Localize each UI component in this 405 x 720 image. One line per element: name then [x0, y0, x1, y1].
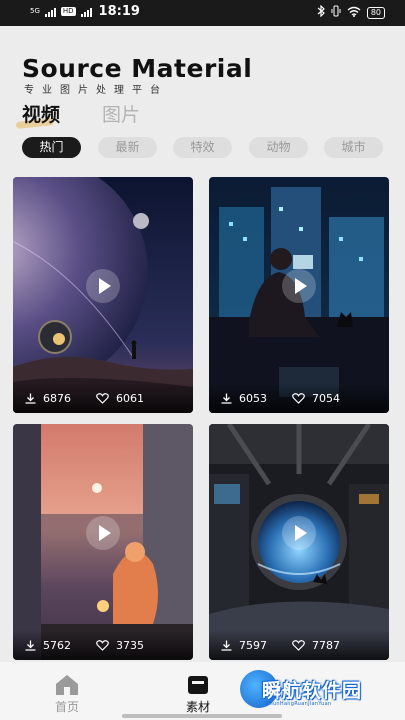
like-stat[interactable]: 3735: [96, 639, 144, 652]
download-icon: [221, 393, 232, 404]
bluetooth-icon: [317, 4, 325, 20]
wifi-icon: [347, 6, 361, 20]
like-count: 7787: [312, 639, 340, 652]
nav-home-label: 首页: [54, 700, 79, 714]
download-stat[interactable]: 5762: [25, 639, 71, 652]
download-count: 5762: [43, 639, 71, 652]
play-icon: [99, 525, 111, 541]
clock: 18:19: [98, 4, 140, 19]
status-left: 5G HD 18:19: [30, 4, 140, 19]
card-stats: 5762 3735: [13, 630, 193, 660]
like-stat[interactable]: 7054: [292, 392, 340, 405]
heart-icon: [292, 393, 305, 404]
play-button[interactable]: [86, 516, 120, 550]
status-bar: 5G HD 18:19 80: [0, 0, 405, 26]
like-stat[interactable]: 6061: [96, 392, 144, 405]
play-icon: [99, 278, 111, 294]
nav-material-label: 素材: [185, 700, 210, 714]
play-button[interactable]: [282, 269, 316, 303]
like-stat[interactable]: 7787: [292, 639, 340, 652]
download-icon: [221, 640, 232, 651]
nav-home[interactable]: 首页: [37, 674, 97, 715]
video-card[interactable]: 7597 7787: [209, 424, 389, 660]
download-count: 6053: [239, 392, 267, 405]
tab-image-label: 图片: [102, 104, 141, 126]
vibrate-icon: [331, 5, 341, 20]
play-icon: [295, 278, 307, 294]
download-icon: [25, 393, 36, 404]
download-icon: [25, 640, 36, 651]
status-right: 80: [317, 4, 385, 20]
watermark-logo: 瞬航软件园 ShunHangRuanJianYuan: [240, 668, 376, 712]
tab-video-label: 视频: [22, 104, 61, 126]
download-stat[interactable]: 7597: [221, 639, 267, 652]
like-count: 7054: [312, 392, 340, 405]
video-card[interactable]: 6876 6061: [13, 177, 193, 413]
heart-icon: [96, 640, 109, 651]
heart-icon: [96, 393, 109, 404]
app-subtitle: 专业图片处理平台: [24, 85, 168, 96]
play-icon: [295, 525, 307, 541]
hd-badge: HD: [60, 7, 76, 16]
tab-video[interactable]: 视频: [15, 100, 61, 129]
app-title: Source Material: [22, 54, 253, 83]
play-button[interactable]: [86, 269, 120, 303]
home-icon: [56, 675, 78, 695]
nav-material[interactable]: 素材: [168, 674, 228, 715]
tab-image[interactable]: 图片: [102, 100, 140, 127]
signal-icon: [44, 7, 56, 17]
download-stat[interactable]: 6876: [25, 392, 71, 405]
download-count: 6876: [43, 392, 71, 405]
card-stats: 6053 7054: [209, 383, 389, 413]
download-stat[interactable]: 6053: [221, 392, 267, 405]
category-animals[interactable]: 动物: [249, 137, 308, 158]
download-count: 7597: [239, 639, 267, 652]
video-card[interactable]: 6053 7054: [209, 177, 389, 413]
play-button[interactable]: [282, 516, 316, 550]
like-count: 6061: [116, 392, 144, 405]
heart-icon: [292, 640, 305, 651]
home-indicator[interactable]: [122, 714, 282, 718]
card-stats: 6876 6061: [13, 383, 193, 413]
watermark-text: 瞬航软件园: [262, 680, 363, 702]
category-latest[interactable]: 最新: [98, 137, 157, 158]
category-city[interactable]: 城市: [324, 137, 383, 158]
like-count: 3735: [116, 639, 144, 652]
watermark-subtext: ShunHangRuanJianYuan: [266, 701, 332, 707]
material-icon: [188, 676, 208, 694]
category-effects[interactable]: 特效: [173, 137, 232, 158]
battery-icon: 80: [366, 6, 385, 19]
signal-icon-2: [80, 7, 92, 17]
category-hot[interactable]: 热门: [22, 137, 81, 158]
video-card[interactable]: 5762 3735: [13, 424, 193, 660]
card-stats: 7597 7787: [209, 630, 389, 660]
network-type: 5G: [30, 7, 40, 15]
